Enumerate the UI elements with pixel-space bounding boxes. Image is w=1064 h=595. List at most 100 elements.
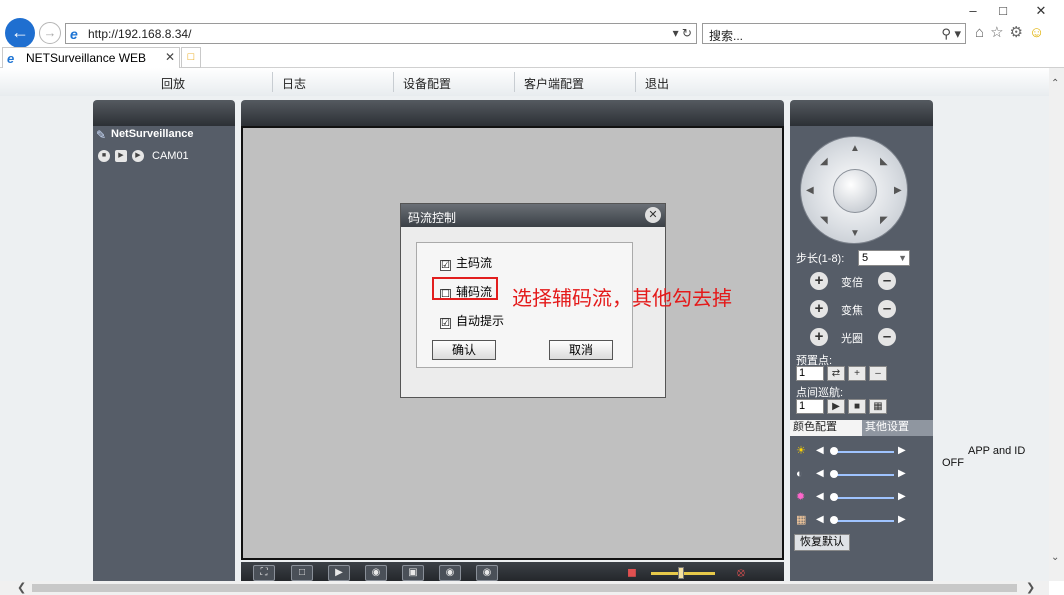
step-select[interactable]: 5 ▼ bbox=[858, 250, 910, 266]
menu-device-config[interactable]: 设备配置 bbox=[403, 75, 451, 92]
slider-thumb[interactable] bbox=[830, 516, 838, 524]
brightness-icon: ☀ bbox=[796, 445, 806, 457]
talk-icon[interactable]: ◉ bbox=[476, 565, 498, 581]
record-play-icon[interactable]: ▶ bbox=[328, 565, 350, 581]
hue-slider[interactable] bbox=[832, 520, 894, 522]
increase-icon[interactable]: ▶ bbox=[898, 514, 906, 525]
chevron-down-icon: ▼ bbox=[898, 253, 907, 263]
preset-remove-icon[interactable]: – bbox=[869, 366, 887, 381]
app-menu: 回放 日志 设备配置 客户端配置 退出 bbox=[0, 68, 1049, 96]
minimize-button[interactable]: – bbox=[958, 2, 988, 20]
play-circle-icon[interactable]: ▶ bbox=[132, 150, 144, 162]
brightness-slider[interactable] bbox=[832, 451, 894, 453]
tour-grid-icon[interactable]: ▦ bbox=[869, 399, 887, 414]
tab-color-config[interactable]: 颜色配置 bbox=[790, 420, 862, 436]
increase-icon[interactable]: ▶ bbox=[898, 468, 906, 479]
snapshot-icon[interactable]: ▣ bbox=[402, 565, 424, 581]
close-window-button[interactable]: ✕ bbox=[1026, 2, 1056, 20]
slider-thumb[interactable] bbox=[830, 493, 838, 501]
horizontal-scrollbar[interactable]: ❮ ❯ bbox=[0, 581, 1049, 595]
chevron-down-icon[interactable]: ⌄ bbox=[1051, 552, 1059, 563]
address-bar[interactable]: e http://192.168.8.34/ ▾ ↻ bbox=[65, 23, 697, 44]
scrollbar-thumb[interactable] bbox=[32, 584, 1017, 592]
search-icon[interactable]: ⚲ ▾ bbox=[941, 26, 961, 42]
record-stop-icon[interactable]: ◉ bbox=[365, 565, 387, 581]
ptz-down-right-icon[interactable]: ◤ bbox=[880, 215, 888, 226]
close-icon[interactable]: ✕ bbox=[165, 50, 175, 64]
ptz-panel: ▲ ▼ ◀ ▶ ◢ ◣ ◥ ◤ 步长(1-8): 5 ▼ + 变倍 – + 变焦… bbox=[790, 100, 933, 581]
browser-tab[interactable]: e NETSurveillance WEB ✕ bbox=[2, 47, 180, 68]
preset-input[interactable]: 1 bbox=[796, 366, 824, 381]
smiley-icon[interactable]: ☺ bbox=[1029, 24, 1050, 41]
ptz-control[interactable]: ▲ ▼ ◀ ▶ ◢ ◣ ◥ ◤ bbox=[800, 136, 908, 244]
play-icon[interactable]: ▶ bbox=[115, 150, 127, 162]
volume-slider-thumb[interactable] bbox=[678, 567, 684, 579]
mute-icon[interactable]: ⦻ bbox=[737, 565, 745, 580]
stop-icon[interactable]: ■ bbox=[98, 150, 110, 162]
focus-in-button[interactable]: + bbox=[810, 300, 828, 318]
tour-start-icon[interactable]: ▶ bbox=[827, 399, 845, 414]
slider-thumb[interactable] bbox=[830, 470, 838, 478]
ptz-down-left-icon[interactable]: ◥ bbox=[820, 215, 828, 226]
tour-stop-icon[interactable]: ■ bbox=[848, 399, 866, 414]
favorites-icon[interactable]: ☆ bbox=[990, 24, 1009, 41]
iris-close-button[interactable]: – bbox=[878, 328, 896, 346]
ptz-center-button[interactable] bbox=[833, 169, 877, 213]
option-main-stream[interactable]: ☑ 主码流 bbox=[440, 254, 492, 271]
zoom-in-button[interactable]: + bbox=[810, 272, 828, 290]
decrease-icon[interactable]: ◀ bbox=[816, 514, 824, 525]
ptz-up-left-icon[interactable]: ◢ bbox=[820, 156, 828, 167]
main-stream-checkbox[interactable]: ☑ bbox=[440, 260, 451, 271]
decrease-icon[interactable]: ◀ bbox=[816, 491, 824, 502]
close-icon[interactable]: ✕ bbox=[645, 207, 661, 223]
maximize-button[interactable]: □ bbox=[988, 2, 1018, 20]
tab-other-settings[interactable]: 其他设置 bbox=[862, 420, 933, 436]
volume-icon[interactable]: ◼ bbox=[627, 565, 637, 579]
ptz-down-icon[interactable]: ▼ bbox=[850, 228, 860, 239]
search-input[interactable]: 搜索... ⚲ ▾ bbox=[702, 23, 966, 44]
decrease-icon[interactable]: ◀ bbox=[816, 445, 824, 456]
menu-log[interactable]: 日志 bbox=[282, 75, 306, 92]
increase-icon[interactable]: ▶ bbox=[898, 491, 906, 502]
gear-icon[interactable]: ⚙ bbox=[1010, 24, 1029, 41]
ptz-right-icon[interactable]: ▶ bbox=[894, 185, 902, 196]
menu-playback[interactable]: 回放 bbox=[161, 75, 185, 92]
ptz-up-right-icon[interactable]: ◣ bbox=[880, 156, 888, 167]
decrease-icon[interactable]: ◀ bbox=[816, 468, 824, 479]
menu-client-config[interactable]: 客户端配置 bbox=[524, 75, 584, 92]
camera-item[interactable]: CAM01 bbox=[152, 150, 189, 162]
cancel-button[interactable]: 取消 bbox=[549, 340, 613, 360]
ptz-left-icon[interactable]: ◀ bbox=[806, 185, 814, 196]
chevron-right-icon[interactable]: ❯ bbox=[1026, 581, 1035, 594]
fullscreen-icon[interactable]: ⛶ bbox=[253, 565, 275, 581]
zoom-out-button[interactable]: – bbox=[878, 272, 896, 290]
slider-thumb[interactable] bbox=[830, 447, 838, 455]
restore-default-button[interactable]: 恢复默认 bbox=[794, 534, 850, 551]
focus-out-button[interactable]: – bbox=[878, 300, 896, 318]
new-tab-button[interactable]: □ bbox=[181, 47, 201, 68]
contrast-slider[interactable] bbox=[832, 474, 894, 476]
device-name[interactable]: NetSurveillance bbox=[111, 128, 194, 140]
tour-input[interactable]: 1 bbox=[796, 399, 824, 414]
chevron-left-icon[interactable]: ❮ bbox=[17, 581, 26, 594]
saturation-slider[interactable] bbox=[832, 497, 894, 499]
menu-logout[interactable]: 退出 bbox=[645, 75, 669, 92]
preset-goto-icon[interactable]: ⇄ bbox=[827, 366, 845, 381]
iris-open-button[interactable]: + bbox=[810, 328, 828, 346]
ptz-up-icon[interactable]: ▲ bbox=[850, 143, 860, 154]
forward-button[interactable]: → bbox=[39, 22, 61, 44]
refresh-icon[interactable]: ▾ ↻ bbox=[673, 26, 692, 40]
contrast-icon: ◐ bbox=[796, 468, 803, 480]
single-screen-icon[interactable]: □ bbox=[291, 565, 313, 581]
tour-label: 点间巡航: bbox=[796, 387, 844, 399]
auto-prompt-checkbox[interactable]: ☑ bbox=[440, 318, 451, 329]
back-button[interactable]: ← bbox=[5, 18, 35, 48]
chevron-up-icon[interactable]: ⌃ bbox=[1051, 78, 1059, 89]
home-icon[interactable]: ⌂ bbox=[975, 24, 990, 41]
record-icon[interactable]: ◉ bbox=[439, 565, 461, 581]
option-auto-prompt[interactable]: ☑ 自动提示 bbox=[440, 312, 504, 329]
confirm-button[interactable]: 确认 bbox=[432, 340, 496, 360]
preset-add-icon[interactable]: + bbox=[848, 366, 866, 381]
vertical-scrollbar[interactable]: ⌃ ⌄ bbox=[1049, 68, 1064, 581]
increase-icon[interactable]: ▶ bbox=[898, 445, 906, 456]
